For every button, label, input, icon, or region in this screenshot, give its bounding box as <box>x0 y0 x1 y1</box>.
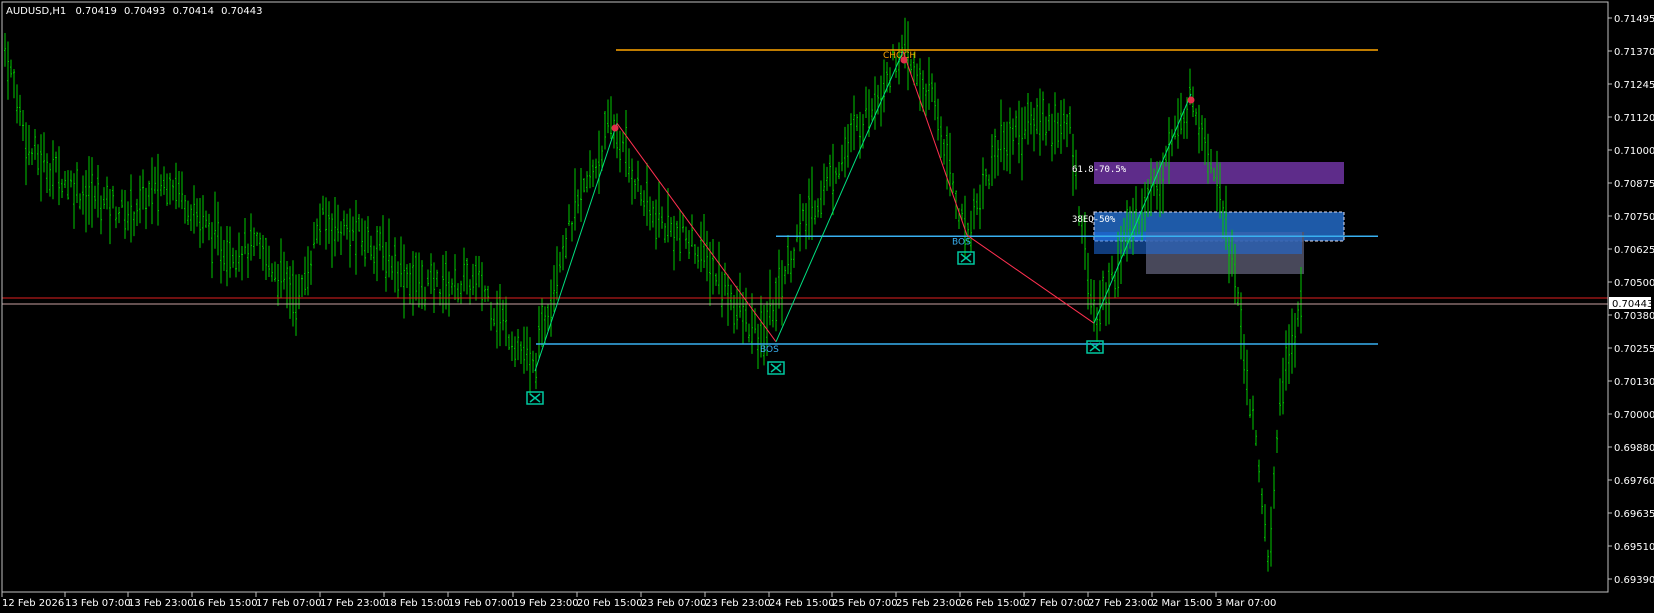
x-tick-label: 20 Feb 15:00 <box>577 598 643 609</box>
y-tick-label: 0.70750 <box>1614 212 1654 223</box>
close-value: 0.70443 <box>221 6 262 17</box>
y-tick-label: 0.71245 <box>1614 80 1654 91</box>
x-tick-label: 26 Feb 15:00 <box>960 598 1026 609</box>
symbol-title: AUDUSD,H1 0.70419 0.70493 0.70414 0.7044… <box>6 6 262 17</box>
bos-label-lower: BOS <box>760 345 779 355</box>
y-tick-label: 0.70500 <box>1614 278 1654 289</box>
x-tick-label: 2 Mar 15:00 <box>1152 598 1212 609</box>
current-price-badge: 0.70443 <box>1609 297 1653 310</box>
x-tick-label: 3 Mar 07:00 <box>1216 598 1276 609</box>
x-tick-label: 19 Feb 23:00 <box>513 598 579 609</box>
chart-background <box>0 0 1654 613</box>
fib-zone <box>1094 162 1344 184</box>
x-tick-label: 13 Feb 23:00 <box>128 598 194 609</box>
swing-high-marker <box>1187 96 1195 104</box>
current-price-label: 0.70443 <box>1612 299 1653 310</box>
x-tick-label: 23 Feb 07:00 <box>641 598 707 609</box>
x-tick-label: 17 Feb 23:00 <box>320 598 386 609</box>
y-tick-label: 0.69880 <box>1614 443 1654 454</box>
x-tick-label: 12 Feb 2026 <box>2 598 64 609</box>
y-tick-label: 0.71495 <box>1614 14 1654 25</box>
y-tick-label: 0.69510 <box>1614 542 1654 553</box>
y-tick-label: 0.69760 <box>1614 476 1654 487</box>
x-tick-label: 17 Feb 07:00 <box>256 598 322 609</box>
y-tick-label: 0.69635 <box>1614 509 1654 520</box>
y-tick-label: 0.71370 <box>1614 47 1654 58</box>
bos-label-upper: BOS <box>952 237 971 247</box>
x-tick-label: 18 Feb 15:00 <box>384 598 450 609</box>
x-tick-label: 27 Feb 07:00 <box>1024 598 1090 609</box>
x-tick-label: 25 Feb 07:00 <box>832 598 898 609</box>
y-tick-label: 0.70625 <box>1614 245 1654 256</box>
x-tick-label: 27 Feb 23:00 <box>1088 598 1154 609</box>
swing-high-marker <box>900 56 908 64</box>
y-tick-label: 0.71120 <box>1614 113 1654 124</box>
y-tick-label: 0.70875 <box>1614 179 1654 190</box>
high-value: 0.70493 <box>124 6 165 17</box>
x-tick-label: 19 Feb 07:00 <box>448 598 514 609</box>
symbol-label: AUDUSD,H1 <box>6 6 66 17</box>
x-tick-label: 25 Feb 23:00 <box>896 598 962 609</box>
eq-zone-label: 38EQ-50% <box>1072 215 1116 225</box>
x-tick-label: 13 Feb 07:00 <box>65 598 131 609</box>
fib-zone-label: 61.8-70.5% <box>1072 165 1127 175</box>
x-tick-label: 23 Feb 23:00 <box>705 598 771 609</box>
y-tick-label: 0.70255 <box>1614 344 1654 355</box>
y-tick-label: 0.69390 <box>1614 575 1654 586</box>
price-chart[interactable]: CHOCHBOSBOS61.8-70.5%38EQ-50% 0.714950.7… <box>0 0 1654 613</box>
low-value: 0.70414 <box>173 6 214 17</box>
y-tick-label: 0.70380 <box>1614 311 1654 322</box>
x-tick-label: 16 Feb 15:00 <box>192 598 258 609</box>
swing-high-marker <box>611 124 619 132</box>
y-tick-label: 0.70130 <box>1614 377 1654 388</box>
x-tick-label: 24 Feb 15:00 <box>769 598 835 609</box>
y-tick-label: 0.71000 <box>1614 146 1654 157</box>
y-tick-label: 0.70000 <box>1614 410 1654 421</box>
open-value: 0.70419 <box>75 6 116 17</box>
